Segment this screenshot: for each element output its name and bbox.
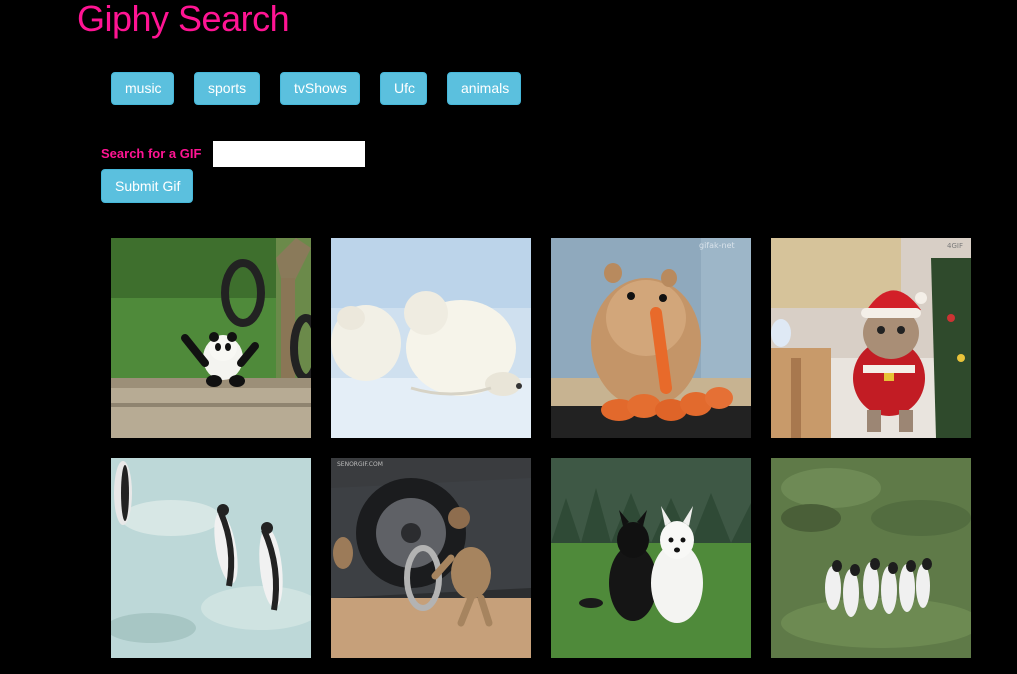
page-title: Giphy Search — [77, 0, 290, 39]
gif-monkey-wheel[interactable]: SENORGIF.COM — [331, 458, 531, 658]
search-input[interactable] — [213, 141, 365, 167]
gif-penguins-snow[interactable] — [111, 458, 311, 658]
gif-polar-bears[interactable] — [331, 238, 531, 438]
category-button-sports[interactable]: sports — [194, 72, 260, 105]
watermark-text: SENORGIF.COM — [337, 461, 383, 468]
category-button-animals[interactable]: animals — [447, 72, 521, 105]
gif-santa-cat[interactable]: 4GIF — [771, 238, 971, 438]
search-label: Search for a GIF — [101, 146, 202, 161]
category-button-ufc[interactable]: Ufc — [380, 72, 427, 105]
watermark-text: 4GIF — [947, 242, 963, 250]
submit-gif-button[interactable]: Submit Gif — [101, 169, 193, 203]
watermark-text: gifak-net — [699, 241, 735, 250]
page: Giphy Search music sports tvShows Ufc an… — [0, 0, 1017, 674]
category-button-music[interactable]: music — [111, 72, 174, 105]
category-button-tvshows[interactable]: tvShows — [280, 72, 360, 105]
gif-dogs[interactable] — [551, 458, 751, 658]
gif-penguins-grass[interactable] — [771, 458, 971, 658]
gif-hamster[interactable]: gifak-net — [551, 238, 751, 438]
gif-panda[interactable] — [111, 238, 311, 438]
